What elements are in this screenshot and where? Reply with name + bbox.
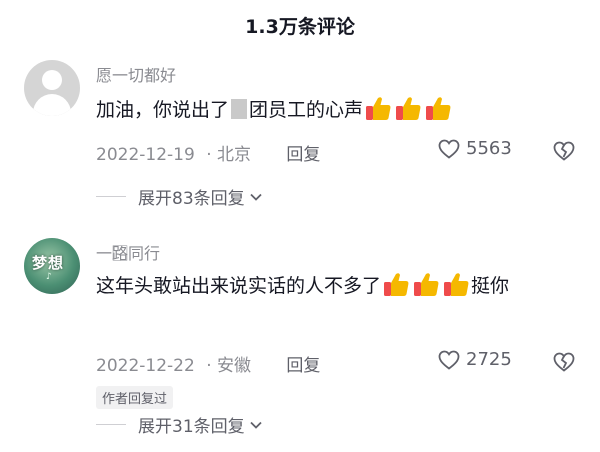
username[interactable]: 一路⃞同行 — [96, 240, 160, 264]
comment-location: · 北京 — [206, 145, 252, 165]
censored-block — [231, 99, 248, 119]
comment-text-part: 这年头敢站出来说实话的人不多了 — [96, 275, 382, 297]
chevron-down-icon — [250, 193, 262, 201]
expand-replies-button[interactable]: 展开31条回复 — [96, 412, 263, 437]
comment-text-part: 加油，你说出了 — [96, 99, 230, 121]
comment-meta: 2022-12-22 · 安徽 回复 — [96, 351, 320, 376]
author-replied-badge: 作者回复过 — [96, 386, 174, 409]
thumbs-up-icon — [426, 97, 451, 120]
comment-text: 加油，你说出了 团员工的心声 — [96, 94, 586, 126]
like-button[interactable]: 2725 — [438, 349, 512, 370]
broken-heart-icon[interactable] — [553, 351, 575, 373]
comment-meta: 2022-12-19 · 北京 回复 — [96, 140, 320, 165]
comment-text-part: 挺你 — [471, 275, 510, 297]
divider-line — [96, 424, 126, 425]
reply-button[interactable]: 回复 — [286, 351, 320, 376]
comment-location: · 安徽 — [206, 356, 252, 376]
expand-replies-label: 展开83条回复 — [138, 189, 245, 209]
avatar[interactable] — [24, 60, 80, 116]
divider-line — [96, 196, 126, 197]
avatar-head-shape — [42, 70, 62, 90]
expand-replies-button[interactable]: 展开83条回复 — [96, 184, 263, 209]
thumbs-up-icon — [414, 273, 439, 296]
comment-date: 2022-12-19 — [96, 145, 195, 165]
like-count: 2725 — [466, 349, 512, 370]
thumbs-up-icon — [396, 97, 421, 120]
expand-replies-label: 展开31条回复 — [138, 417, 245, 437]
comment-date: 2022-12-22 — [96, 356, 195, 376]
like-count: 5563 — [466, 138, 512, 159]
avatar-subtext: ♪ — [46, 272, 52, 282]
comment-text-part: 团员工的心声 — [249, 99, 364, 121]
heart-icon — [438, 139, 460, 159]
thumbs-up-icon — [384, 273, 409, 296]
broken-heart-icon[interactable] — [553, 140, 575, 162]
thumbs-up-icon — [366, 97, 391, 120]
avatar-text: 梦想 — [32, 254, 65, 272]
reply-button[interactable]: 回复 — [286, 140, 320, 165]
avatar-body-shape — [33, 94, 71, 116]
username[interactable]: 愿一切都好 — [96, 62, 176, 86]
chevron-down-icon — [250, 421, 262, 429]
thumbs-up-icon — [444, 273, 469, 296]
heart-icon — [438, 350, 460, 370]
avatar[interactable]: 梦想 ♪ — [24, 238, 80, 294]
like-button[interactable]: 5563 — [438, 138, 512, 159]
comments-count-title: 1.3万条评论 — [245, 16, 355, 38]
comment-text: 这年头敢站出来说实话的人不多了 挺你 — [96, 270, 571, 302]
